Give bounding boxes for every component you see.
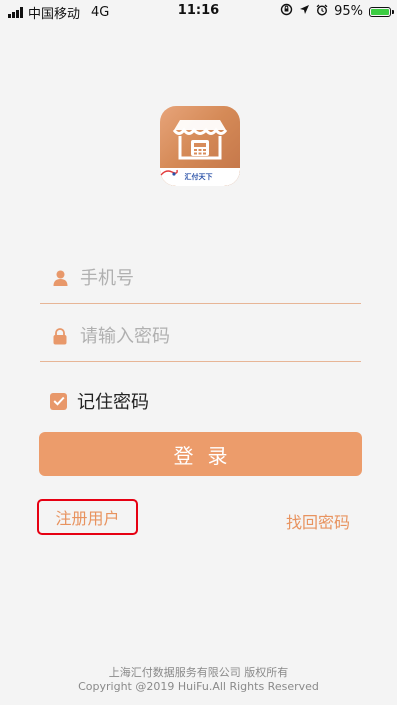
lock-icon [40,327,80,345]
brand-badge: 汇付天下 [160,168,240,186]
checkbox-checked-icon[interactable] [50,392,67,410]
battery-icon [369,6,394,17]
password-field[interactable] [40,311,361,362]
login-button[interactable]: 登录 [39,432,362,476]
phone-input[interactable] [80,267,340,289]
status-bar: 中国移动 4G 11:16 95% [0,0,397,22]
status-right: 95% [280,3,394,20]
app-logo: 汇付天下 [160,106,240,186]
phone-field[interactable] [40,253,361,304]
remember-password-toggle[interactable]: 记住密码 [50,388,149,414]
battery-percent: 95% [334,4,363,19]
remember-password-label: 记住密码 [77,392,149,413]
alarm-icon [316,4,328,20]
footer: 上海汇付数据服务有限公司 版权所有 Copyright @2019 HuiFu.… [0,666,397,694]
location-arrow-icon [299,4,310,19]
brand-text: 汇付天下 [184,173,213,181]
register-label: 注册用户 [55,509,120,528]
user-icon [40,270,80,286]
storefront-icon [172,120,228,160]
password-input[interactable] [80,325,340,347]
footer-copyright: Copyright @2019 HuiFu.All Rights Reserve… [78,680,319,693]
register-link[interactable]: 注册用户 [37,499,138,535]
forgot-password-link[interactable]: 找回密码 [286,509,350,533]
orientation-lock-icon [280,3,293,20]
footer-company: 上海汇付数据服务有限公司 版权所有 [108,666,289,679]
